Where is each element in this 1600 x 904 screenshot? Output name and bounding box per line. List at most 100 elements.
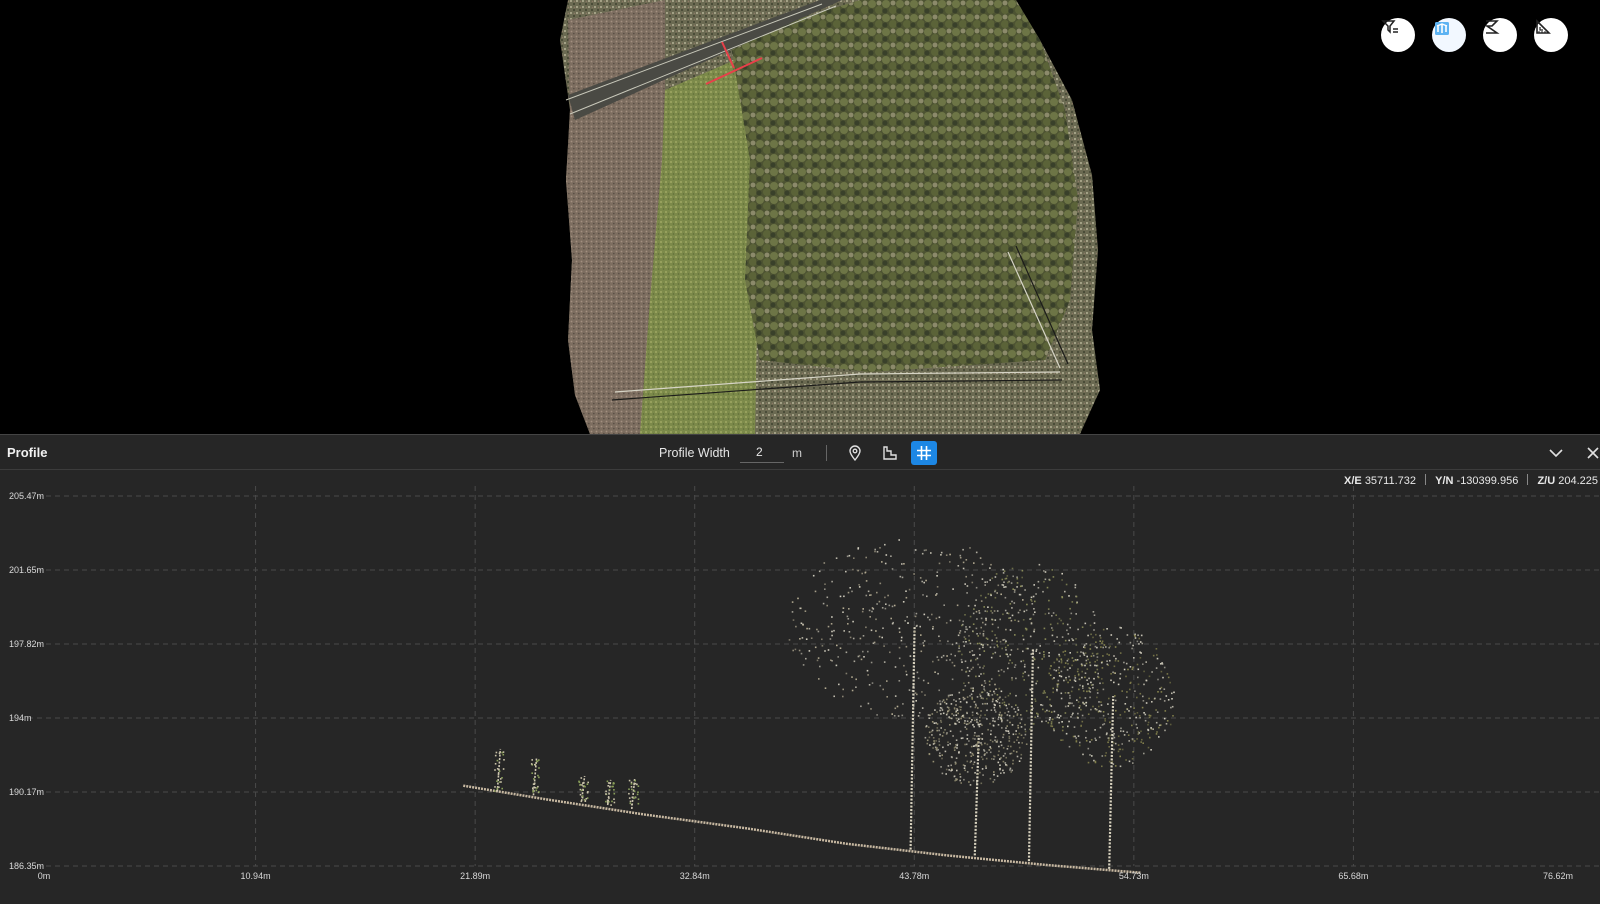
profile-path-button[interactable] [1483, 18, 1517, 52]
point [1102, 646, 1104, 649]
point [944, 729, 946, 731]
map-layer-button[interactable] [1432, 18, 1466, 52]
collapse-panel-button[interactable] [1546, 443, 1566, 463]
point [1094, 671, 1097, 674]
point [926, 742, 929, 745]
point [1059, 715, 1062, 717]
point [581, 796, 584, 799]
point [1034, 611, 1036, 613]
point [1077, 701, 1080, 703]
point [1074, 586, 1077, 589]
point [502, 768, 505, 770]
point [1017, 727, 1020, 729]
point [858, 586, 861, 588]
close-panel-button[interactable] [1583, 443, 1600, 463]
point [894, 707, 897, 710]
grid-toggle-button[interactable] [911, 441, 937, 465]
point [1018, 732, 1021, 735]
point [1006, 714, 1009, 716]
point-marker-button[interactable] [842, 441, 868, 465]
profile-width-unit: m [792, 446, 802, 460]
point [955, 762, 957, 764]
point [1074, 675, 1076, 677]
point [1075, 737, 1077, 739]
point [928, 618, 931, 621]
point [950, 756, 953, 758]
point [935, 740, 937, 742]
point [911, 689, 914, 692]
point [1004, 641, 1007, 644]
point [977, 773, 979, 776]
point [993, 779, 996, 781]
point [949, 724, 951, 726]
point [921, 707, 924, 709]
point [996, 644, 998, 646]
profile-width-input[interactable] [740, 441, 784, 463]
point [1004, 596, 1007, 599]
point [1165, 723, 1168, 725]
profile-elevation-chart[interactable]: 186.35m190.17m194m197.82m201.65m205.47m0… [0, 470, 1600, 904]
point [925, 579, 927, 582]
point [936, 575, 938, 577]
point [1004, 762, 1007, 764]
point [992, 781, 995, 783]
point [998, 750, 1000, 753]
point [1012, 715, 1015, 718]
point [969, 642, 972, 645]
point [921, 580, 923, 583]
point [1051, 627, 1053, 629]
point [901, 576, 904, 579]
point [962, 567, 965, 570]
point [978, 610, 980, 612]
point [891, 713, 893, 715]
point [1049, 674, 1052, 676]
point [922, 642, 924, 644]
point [976, 743, 978, 746]
point [1110, 728, 1112, 731]
point-cloud-top-view[interactable] [0, 0, 1600, 434]
point [1144, 719, 1147, 722]
point [799, 607, 801, 610]
point [936, 729, 938, 732]
point [1056, 684, 1059, 686]
point [1106, 653, 1108, 655]
point [1034, 698, 1036, 701]
point [582, 789, 584, 791]
point [898, 657, 901, 660]
point [499, 778, 502, 780]
chevron-down-icon [1549, 449, 1563, 458]
point [1022, 659, 1025, 662]
point [1134, 637, 1137, 639]
point [926, 739, 929, 742]
point [1006, 707, 1008, 710]
point [972, 737, 974, 740]
point [1102, 688, 1105, 691]
point [1096, 656, 1099, 658]
point [887, 594, 889, 597]
point [605, 800, 607, 803]
point [938, 689, 940, 692]
point [884, 596, 886, 599]
filter-button[interactable] [1381, 18, 1415, 52]
point [970, 660, 972, 662]
point [1082, 701, 1084, 704]
point [905, 670, 907, 673]
point [1031, 600, 1033, 602]
measure-ruler-button[interactable] [1534, 18, 1568, 52]
point [851, 590, 853, 593]
point [954, 654, 956, 657]
point [1055, 669, 1057, 672]
point [1126, 634, 1129, 636]
point [531, 759, 533, 761]
point [938, 744, 941, 746]
point [1043, 653, 1045, 656]
point [919, 577, 922, 579]
point-cloud-viewport[interactable] [0, 0, 1600, 434]
profile-header: Profile Profile Width m [0, 434, 1600, 470]
elevation-button[interactable] [877, 441, 903, 465]
point [1085, 659, 1088, 662]
point [1120, 727, 1122, 730]
point [1032, 650, 1035, 653]
point [1060, 661, 1063, 664]
point [1129, 641, 1132, 644]
